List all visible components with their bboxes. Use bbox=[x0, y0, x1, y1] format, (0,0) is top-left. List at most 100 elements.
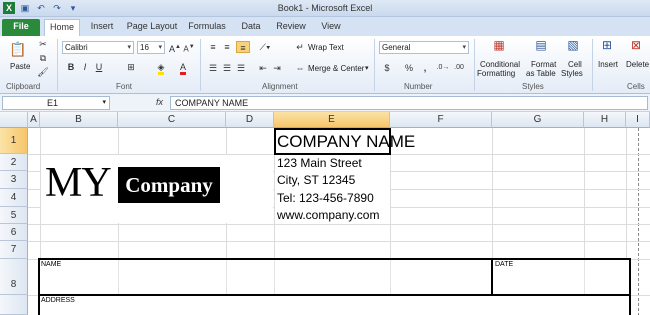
name-field-label: NAME bbox=[41, 261, 62, 268]
chevron-down-icon[interactable]: ▾ bbox=[102, 97, 106, 109]
decrease-indent-icon[interactable]: ⇤ bbox=[256, 62, 270, 74]
tab-formulas[interactable]: Formulas bbox=[184, 19, 230, 36]
bold-button[interactable]: B bbox=[64, 61, 78, 73]
cell-styles-label-1[interactable]: Cell bbox=[568, 60, 582, 69]
conditional-formatting-label-2[interactable]: Formatting bbox=[477, 69, 515, 78]
copy-icon[interactable]: ⧉ bbox=[36, 52, 50, 64]
column-header-c[interactable]: C bbox=[118, 112, 226, 128]
tab-file[interactable]: File bbox=[2, 19, 40, 36]
website-cell[interactable]: www.company.com bbox=[277, 207, 379, 224]
font-size-select[interactable]: 16 ▾ bbox=[137, 41, 165, 54]
separator bbox=[200, 39, 201, 91]
phone-cell[interactable]: Tel: 123-456-7890 bbox=[277, 190, 374, 207]
align-left-icon[interactable]: ☰ bbox=[206, 62, 220, 74]
row-header-8[interactable]: 8 bbox=[0, 259, 28, 295]
cell-styles-label-2[interactable]: Styles bbox=[561, 69, 583, 78]
name-box[interactable]: E1 ▾ bbox=[2, 96, 110, 110]
align-center-icon[interactable]: ☰ bbox=[220, 62, 234, 74]
wrap-text-button[interactable]: Wrap Text bbox=[308, 43, 344, 52]
column-header-e[interactable]: E bbox=[274, 112, 390, 128]
orientation-icon[interactable]: ⟋▾ bbox=[258, 41, 272, 53]
row-header-1[interactable]: 1 bbox=[0, 128, 28, 154]
row-header-7[interactable]: 7 bbox=[0, 241, 28, 259]
font-name-select[interactable]: Calibri ▾ bbox=[62, 41, 134, 54]
insert-function-icon[interactable]: fx bbox=[156, 97, 163, 107]
cells-group-label: Cells bbox=[627, 82, 645, 91]
styles-group-label: Styles bbox=[522, 82, 544, 91]
tab-data[interactable]: Data bbox=[236, 19, 266, 36]
underline-button[interactable]: U bbox=[92, 61, 106, 73]
decrease-decimal-icon[interactable]: .00 bbox=[452, 62, 466, 74]
paste-icon[interactable]: 📋 bbox=[9, 40, 27, 58]
column-header-d[interactable]: D bbox=[226, 112, 274, 128]
italic-button[interactable]: I bbox=[78, 61, 92, 73]
worksheet-grid[interactable]: MY Company COMPANY NAME 123 Main Street … bbox=[28, 128, 650, 315]
title-bar: X ▣ ↶ ↷ ▾ Book1 - Microsoft Excel bbox=[0, 0, 650, 17]
separator bbox=[592, 39, 593, 91]
borders-icon[interactable]: ⊞ bbox=[124, 61, 138, 73]
cut-icon[interactable]: ✂ bbox=[36, 38, 50, 50]
paste-button[interactable]: Paste bbox=[10, 62, 30, 71]
merge-center-button[interactable]: Merge & Center bbox=[308, 64, 364, 73]
insert-cells-icon[interactable]: ⊞ bbox=[598, 39, 616, 55]
tab-review[interactable]: Review bbox=[272, 19, 310, 36]
window-title: Book1 - Microsoft Excel bbox=[277, 3, 373, 13]
align-middle-icon[interactable]: ≡ bbox=[220, 41, 234, 53]
increase-decimal-icon[interactable]: .0→ bbox=[436, 62, 450, 74]
cell-styles-icon[interactable]: ▧ bbox=[564, 39, 582, 55]
column-header-f[interactable]: F bbox=[390, 112, 492, 128]
shrink-font-icon[interactable]: A▼ bbox=[182, 41, 196, 54]
delete-cells-icon[interactable]: ⊠ bbox=[627, 39, 645, 55]
separator bbox=[374, 39, 375, 91]
column-header-i[interactable]: I bbox=[626, 112, 650, 128]
chevron-down-icon[interactable]: ▾ bbox=[365, 64, 369, 72]
row-header-4[interactable]: 4 bbox=[0, 189, 28, 207]
gridline bbox=[118, 260, 119, 294]
align-right-icon[interactable]: ☰ bbox=[234, 62, 248, 74]
conditional-formatting-icon[interactable]: ▦ bbox=[490, 39, 508, 55]
date-field-label: DATE bbox=[495, 261, 514, 268]
format-as-table-icon[interactable]: ▤ bbox=[532, 39, 550, 55]
form-divider bbox=[38, 294, 631, 296]
gridline bbox=[28, 224, 650, 225]
tab-view[interactable]: View bbox=[316, 19, 346, 36]
format-as-table-label-1[interactable]: Format bbox=[531, 60, 556, 69]
street-cell[interactable]: 123 Main Street bbox=[277, 155, 362, 171]
font-group-label: Font bbox=[116, 82, 133, 91]
currency-button[interactable]: $ bbox=[380, 62, 394, 74]
row-header-2[interactable]: 2 bbox=[0, 154, 28, 171]
logo-my-text: MY bbox=[45, 160, 112, 206]
number-format-select[interactable]: General ▾ bbox=[379, 41, 469, 54]
comma-button[interactable]: , bbox=[418, 62, 432, 74]
row-header-3[interactable]: 3 bbox=[0, 171, 28, 189]
row-header-9[interactable] bbox=[0, 295, 28, 315]
merge-center-icon[interactable]: ⇔ bbox=[293, 62, 307, 74]
column-header-b[interactable]: B bbox=[40, 112, 118, 128]
percent-button[interactable]: % bbox=[402, 62, 416, 74]
formula-input[interactable]: COMPANY NAME bbox=[170, 96, 648, 110]
tab-home[interactable]: Home bbox=[44, 19, 80, 36]
conditional-formatting-label-1[interactable]: Conditional bbox=[480, 60, 520, 69]
align-bottom-icon[interactable]: ≡ bbox=[236, 41, 250, 53]
format-as-table-label-2[interactable]: as Table bbox=[526, 69, 556, 78]
increase-indent-icon[interactable]: ⇥ bbox=[270, 62, 284, 74]
fill-color-icon[interactable]: ◈ bbox=[154, 61, 168, 75]
tab-page-layout[interactable]: Page Layout bbox=[124, 19, 180, 36]
column-header-h[interactable]: H bbox=[584, 112, 626, 128]
format-painter-icon[interactable]: 🖌 bbox=[36, 66, 50, 78]
city-cell[interactable]: City, ST 12345 bbox=[277, 172, 355, 189]
align-top-icon[interactable]: ≡ bbox=[206, 41, 220, 53]
row-header-5[interactable]: 5 bbox=[0, 207, 28, 224]
insert-cells-button[interactable]: Insert bbox=[598, 60, 618, 69]
font-color-icon[interactable]: A bbox=[176, 61, 190, 75]
row-header-6[interactable]: 6 bbox=[0, 224, 28, 241]
company-name-cell[interactable]: COMPANY NAME bbox=[277, 131, 415, 153]
wrap-text-icon[interactable]: ↵ bbox=[293, 41, 307, 53]
gridline bbox=[274, 260, 275, 294]
column-header-g[interactable]: G bbox=[492, 112, 584, 128]
delete-cells-button[interactable]: Delete bbox=[626, 60, 649, 69]
tab-insert[interactable]: Insert bbox=[84, 19, 120, 36]
grow-font-icon[interactable]: A▲ bbox=[168, 41, 182, 54]
column-header-a[interactable]: A bbox=[28, 112, 40, 128]
select-all-corner[interactable] bbox=[0, 112, 28, 128]
